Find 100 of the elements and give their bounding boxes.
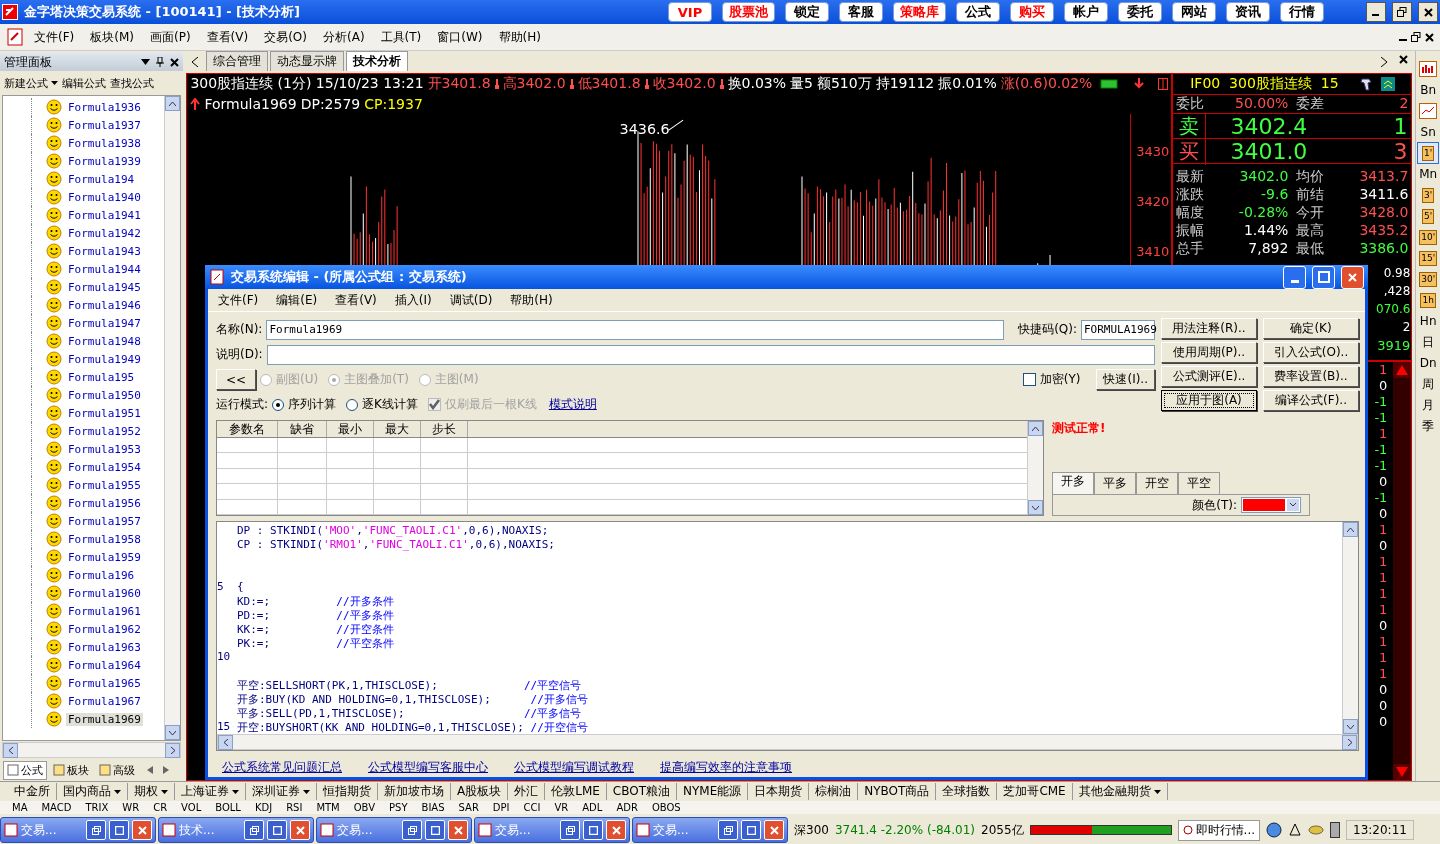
minimize-button[interactable] <box>1366 2 1386 22</box>
period-button[interactable]: Hn <box>1418 311 1439 331</box>
market-tab[interactable]: 伦敦LME <box>545 783 607 800</box>
help-link[interactable]: 公式系统常见问题汇总 <box>222 758 342 776</box>
panel-tab[interactable]: 高级 <box>95 760 139 780</box>
scroll-up-button[interactable] <box>1028 421 1043 436</box>
dialog-button[interactable]: 公式测评(E).. <box>1161 366 1257 387</box>
view-tab[interactable]: 技术分析 <box>346 51 409 71</box>
tree-item[interactable]: Formula1942 <box>66 226 143 240</box>
scroll-down-button[interactable] <box>1343 719 1358 734</box>
period-button[interactable]: 30' <box>1419 271 1438 287</box>
period-button[interactable]: 3' <box>1422 187 1435 203</box>
period-button[interactable]: 周 <box>1418 374 1439 394</box>
period-button[interactable]: Bn <box>1418 80 1439 100</box>
tree-item[interactable]: Formula1961 <box>66 604 143 618</box>
dialog-button[interactable]: 使用周期(P).. <box>1161 342 1257 363</box>
toolbar-button[interactable]: VIP <box>668 2 712 22</box>
horizontal-scrollbar[interactable] <box>2 742 182 758</box>
toolbar-button[interactable]: 查找公式 <box>110 75 154 91</box>
tree-item[interactable]: Formula1950 <box>66 388 143 402</box>
indicator-tab[interactable]: ADL <box>582 802 603 813</box>
dialog-button[interactable]: 费率设置(B).. <box>1263 366 1359 387</box>
signal-tab[interactable]: 平空 <box>1178 472 1220 494</box>
indicator-tab[interactable]: VOL <box>181 802 202 813</box>
market-tab[interactable]: 国内商品 <box>57 783 128 800</box>
signal-tab[interactable]: 开多 <box>1052 472 1094 494</box>
line-chart-icon[interactable] <box>1419 103 1438 119</box>
menu-item[interactable]: 调试(D) <box>443 289 499 311</box>
menu-item[interactable]: 查看(V) <box>329 289 383 311</box>
scroll-right-button[interactable] <box>165 743 181 758</box>
menu-item[interactable]: 分析(A) <box>317 26 371 48</box>
menu-item[interactable]: 帮助(H) <box>504 289 559 311</box>
tree-item[interactable]: Formula1957 <box>66 514 143 528</box>
period-button[interactable]: Dn <box>1418 353 1439 373</box>
menu-item[interactable]: 窗口(W) <box>431 26 489 48</box>
indicator-tab[interactable]: OBOS <box>651 802 681 813</box>
indicator-tab[interactable]: TRIX <box>85 802 109 813</box>
toolbar-button[interactable]: 锁定 <box>785 2 829 22</box>
period-button[interactable]: 月 <box>1418 395 1439 415</box>
tree-item[interactable]: Formula1969 <box>66 712 143 726</box>
toolbar-button[interactable]: 委托 <box>1118 2 1162 22</box>
restore-icon[interactable] <box>1411 32 1421 42</box>
period-button[interactable]: 日 <box>1418 332 1439 352</box>
signal-tab[interactable]: 平多 <box>1094 472 1136 494</box>
tree-item[interactable]: Formula1945 <box>66 280 143 294</box>
menu-item[interactable]: 板块(M) <box>84 26 140 48</box>
toolbar-button[interactable]: 新建公式 <box>4 75 58 91</box>
view-tab[interactable]: 综合管理 <box>206 51 269 71</box>
toolbar-button[interactable]: 资讯 <box>1226 2 1270 22</box>
pin-icon[interactable] <box>156 57 165 67</box>
tree-item[interactable]: Formula1958 <box>66 532 143 546</box>
checkbox[interactable] <box>1022 373 1036 386</box>
menu-item[interactable]: 插入(I) <box>388 289 438 311</box>
shortcut-field[interactable]: FORMULA1969 <box>1081 319 1155 340</box>
menu-item[interactable]: 工具(T) <box>374 26 428 48</box>
help-link[interactable]: 公式模型编写调试教程 <box>514 758 634 776</box>
radio-button[interactable] <box>272 398 285 411</box>
tree-item[interactable]: Formula1953 <box>66 442 143 456</box>
indicator-tab[interactable]: CCI <box>523 802 541 813</box>
help-link[interactable]: 公式模型编写客服中心 <box>368 758 488 776</box>
toolbar-button[interactable]: 客服 <box>839 2 883 22</box>
indicator-tab[interactable]: DPI <box>492 802 510 813</box>
name-field[interactable]: Formula1969 <box>266 319 1005 340</box>
market-tab[interactable]: NYBOT商品 <box>858 783 937 800</box>
tree-item[interactable]: Formula1943 <box>66 244 143 258</box>
tree-item[interactable]: Formula1944 <box>66 262 143 276</box>
indicator-tab[interactable]: OBV <box>353 802 375 813</box>
indicator-tab[interactable]: MTM <box>316 802 340 813</box>
dialog-button[interactable]: 编译公式(F).. <box>1263 390 1359 411</box>
toolbar-button[interactable]: 编辑公式 <box>62 75 106 91</box>
period-button[interactable]: 季 <box>1418 416 1439 436</box>
market-tab[interactable]: 新加坡市场 <box>378 783 451 800</box>
help-link[interactable]: 提高编写效率的注意事项 <box>660 758 792 776</box>
quick-button[interactable]: 快速(I).. <box>1096 369 1155 390</box>
scroll-up-button[interactable] <box>165 96 181 111</box>
dialog-button[interactable]: 引入公式(O).. <box>1263 342 1359 363</box>
indicator-tab[interactable]: WR <box>122 802 140 813</box>
market-tab[interactable]: NYME能源 <box>677 783 749 800</box>
color-select[interactable] <box>1241 497 1301 513</box>
tree-item[interactable]: Formula1956 <box>66 496 143 510</box>
indicator-tab[interactable]: BOLL <box>215 802 241 813</box>
close-button[interactable] <box>1418 2 1438 22</box>
radio-button[interactable] <box>346 398 359 411</box>
tree-item[interactable]: Formula1951 <box>66 406 143 420</box>
market-tab[interactable]: 棕榈油 <box>809 783 859 800</box>
tree-item[interactable]: Formula1937 <box>66 118 143 132</box>
scroll-down-button[interactable] <box>165 725 181 740</box>
market-tab[interactable]: 日本期货 <box>748 783 810 800</box>
market-tab[interactable]: 深圳证券 <box>246 783 317 800</box>
indicator-tab[interactable]: KDJ <box>254 802 273 813</box>
toolbar-button[interactable]: 帐户 <box>1064 2 1108 22</box>
tree-item[interactable]: Formula1963 <box>66 640 143 654</box>
scroll-left-button[interactable] <box>218 735 233 750</box>
dropdown-icon[interactable] <box>141 59 151 65</box>
market-tab[interactable]: CBOT粮油 <box>606 783 678 800</box>
period-button[interactable]: 15' <box>1419 250 1438 266</box>
tree-item[interactable]: Formula1946 <box>66 298 143 312</box>
indicator-tab[interactable]: CR <box>153 802 168 813</box>
tree-item[interactable]: Formula1948 <box>66 334 143 348</box>
market-tab[interactable]: 外汇 <box>508 783 546 800</box>
